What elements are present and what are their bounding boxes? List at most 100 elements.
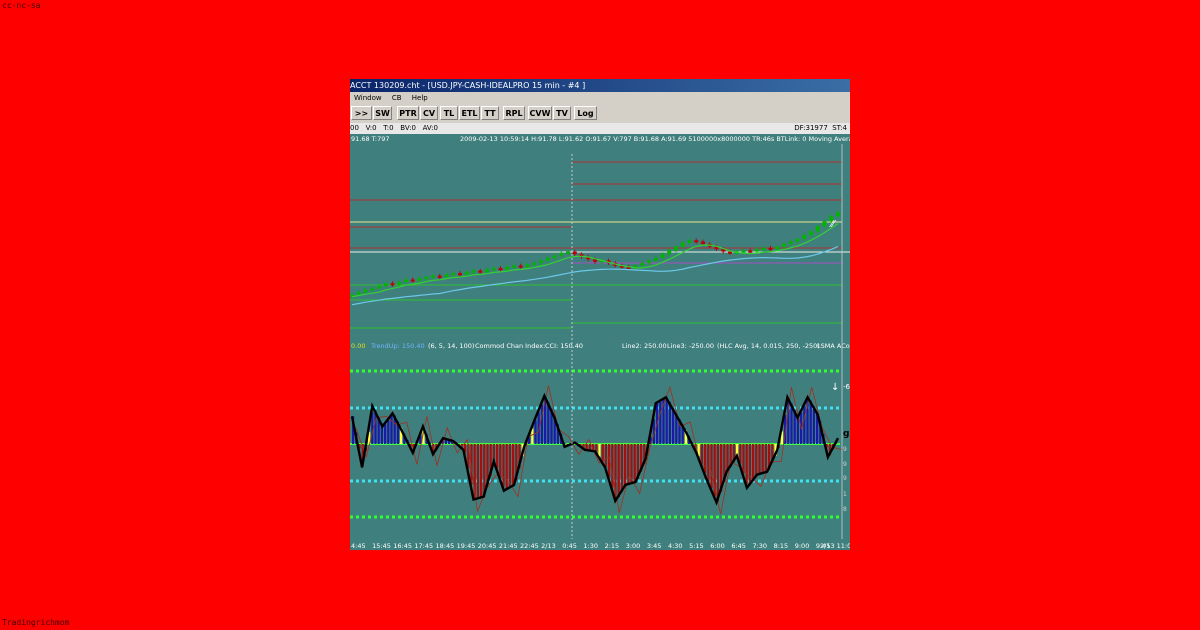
lsma-label: LSMA ACov: [817, 342, 850, 350]
cci-histogram-bar: [620, 444, 623, 493]
candle: [518, 265, 523, 268]
scale-label: 9: [843, 475, 847, 482]
menu-cb[interactable]: CB: [392, 94, 402, 102]
line2-value: Line2: 250.00: [622, 342, 667, 350]
candle: [701, 241, 705, 245]
scale-label: 1: [843, 491, 847, 498]
candle: [464, 271, 469, 275]
time-axis-label: 18:45: [436, 542, 455, 550]
cci-histogram-bar: [601, 444, 604, 462]
candle: [836, 212, 840, 217]
time-axis-label: 1:30: [583, 542, 598, 550]
ptr-button[interactable]: PTR: [397, 106, 419, 120]
price-reference-lines: [350, 161, 850, 329]
tl-button[interactable]: TL: [440, 106, 458, 120]
status-row: 00 V:0 T:0 BV:0 AV:0 DF:31977 ST:4: [350, 123, 850, 134]
candle: [525, 264, 530, 267]
candle: [363, 289, 368, 293]
cci-label: Commod Chan Index:: [475, 342, 545, 350]
candle: [390, 283, 395, 286]
toolbar: >><< SW PTR CV TL ETL TT RPL CVW TV Log: [350, 104, 850, 132]
rpl-button[interactable]: RPL: [503, 106, 525, 120]
hlc-params: (HLC Avg, 14, 0.015, 250, -250): [717, 342, 820, 350]
time-axis-label: 0:45: [562, 542, 577, 550]
candle: [532, 263, 537, 266]
time-axis-label: 19:45: [457, 542, 476, 550]
time-axis-label: 2:15: [605, 542, 620, 550]
time-axis-label: 7:30: [752, 542, 767, 550]
time-axis-label: 20:45: [478, 542, 497, 550]
candle: [377, 285, 381, 289]
candle: [356, 292, 361, 295]
cci-histogram-bar: [496, 444, 499, 469]
candle: [640, 263, 645, 266]
candle: [768, 247, 773, 250]
cci-histogram-bar: [764, 444, 767, 473]
cci-histogram-bar: [752, 444, 755, 482]
cci-histogram-bar: [665, 397, 668, 444]
menu-window[interactable]: Window: [354, 94, 382, 102]
cci-params: (6, 5, 14, 100): [428, 342, 474, 350]
cvw-button[interactable]: CVW: [528, 106, 552, 120]
time-axis-label: 6:00: [710, 542, 725, 550]
sw-button[interactable]: SW: [373, 106, 392, 120]
status-values: 00 V:0 T:0 BV:0 AV:0: [350, 124, 438, 132]
tt-button[interactable]: TT: [481, 106, 499, 120]
candle: [505, 266, 510, 270]
time-axis-label: 17:45: [414, 542, 433, 550]
candle: [545, 258, 550, 261]
cci-histogram-bar: [710, 444, 713, 489]
cursor-arrow-icon: ↓: [831, 382, 839, 393]
time-axis-label: 15:45: [372, 542, 391, 550]
tv-button[interactable]: TV: [553, 106, 571, 120]
cci-histogram-bar: [508, 444, 511, 488]
cci-histogram-bar: [502, 444, 505, 487]
candle: [680, 242, 685, 247]
collapse-button[interactable]: >><<: [351, 106, 372, 132]
time-axis-label: 3:00: [626, 542, 641, 550]
last-price: 91.68 T:797: [351, 135, 390, 143]
candle: [741, 250, 746, 253]
cci-histogram-bar: [387, 420, 390, 444]
time-axis-label: 3:45: [647, 542, 662, 550]
candle: [761, 247, 766, 250]
etl-button[interactable]: ETL: [459, 106, 480, 120]
candle: [775, 246, 780, 250]
cv-button[interactable]: CV: [420, 106, 438, 120]
time-axis-label: 4:45: [351, 542, 366, 550]
chart-area[interactable]: 91.68 T:797 2009-02-13 10:59:14 H:91.78 …: [350, 134, 850, 550]
time-axis-label: 6:45: [731, 542, 746, 550]
candle: [485, 269, 489, 272]
charting-window: ACCT 130209.cht - [USD.JPY-CASH-IDEALPRO…: [350, 79, 850, 550]
line3-value: Line3: -250.00: [667, 342, 714, 350]
scale-label: -6: [843, 383, 850, 391]
moving-average-blue: [351, 246, 839, 306]
candle: [410, 279, 415, 282]
candle: [674, 246, 678, 251]
price-and-cci-chart[interactable]: 91.68 T:797 2009-02-13 10:59:14 H:91.78 …: [350, 134, 850, 550]
cci-histogram-bar: [624, 444, 627, 488]
trend-up-value: TrendUp: 150.40: [370, 342, 425, 350]
scale-label: 8: [843, 506, 847, 513]
candle: [491, 268, 496, 271]
cci-histogram-bar: [505, 444, 508, 490]
scale-label: g: [843, 429, 849, 439]
time-axis-label: 4:30: [668, 542, 683, 550]
candle: [512, 265, 516, 268]
time-axis-label: 21:45: [499, 542, 518, 550]
log-button[interactable]: Log: [574, 106, 597, 120]
cci-histogram-bar: [700, 444, 703, 465]
menu-help[interactable]: Help: [412, 94, 428, 102]
watermark-top: cc-nc-sa: [2, 1, 41, 10]
cci-histogram-bar: [480, 444, 483, 498]
cci-histogram-bar: [668, 402, 671, 444]
cci-histogram-bar: [812, 406, 815, 444]
watermark-bottom: Tradingrichmom: [2, 618, 70, 627]
candle: [748, 250, 753, 253]
st-value: ST:4: [832, 124, 847, 132]
indicator-zero-value: 0.00: [351, 342, 365, 350]
candle: [383, 283, 388, 286]
cci-histogram-bar: [534, 420, 537, 444]
candle: [478, 270, 483, 273]
candle: [404, 279, 408, 283]
